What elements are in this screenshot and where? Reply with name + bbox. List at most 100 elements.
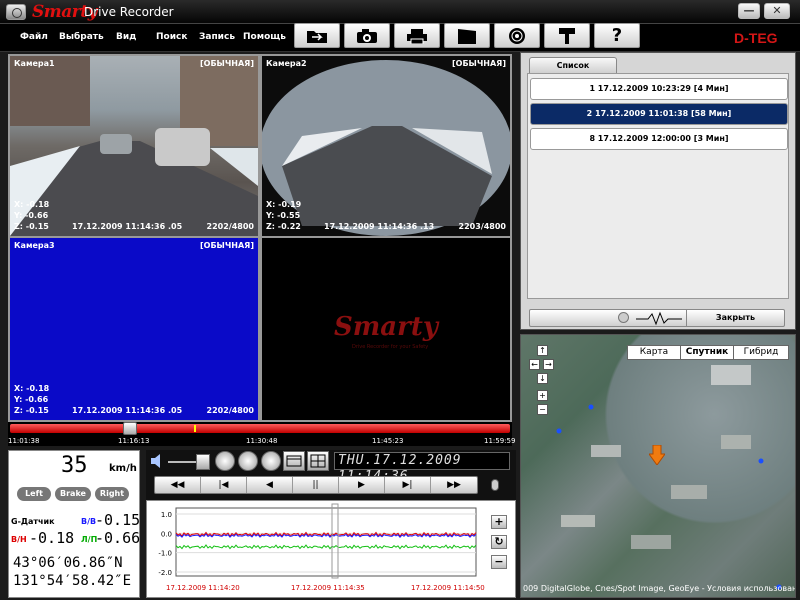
map-type-satellite[interactable]: Спутник xyxy=(680,345,734,360)
snapshot-button[interactable] xyxy=(344,23,390,48)
volume-slider-handle[interactable] xyxy=(196,454,210,470)
window-title: Drive Recorder xyxy=(84,5,174,19)
print-button[interactable] xyxy=(394,23,440,48)
smarty-watermark-logo: Smarty xyxy=(334,312,438,342)
minus-circle-icon[interactable] xyxy=(618,312,629,323)
camera-2-label: Камера2 xyxy=(266,59,307,68)
camera-1-frame: 2202/4800 xyxy=(206,222,254,231)
speed-value: 35 xyxy=(61,453,88,478)
list-item[interactable]: 8 17.12.2009 12:00:00 [3 Мин] xyxy=(530,128,788,150)
help-button[interactable]: ? xyxy=(594,23,640,48)
timeline-slider-handle[interactable] xyxy=(123,422,138,435)
x-tick-label: 17.12.2009 11:14:35 xyxy=(291,584,365,592)
menu-select[interactable]: Выбрать xyxy=(59,32,104,42)
gsensor-label: G-Датчик xyxy=(11,517,55,526)
timeline[interactable]: 11:01:38 11:16:13 11:30:48 11:45:23 11:5… xyxy=(8,422,516,446)
map-zoom-in-button[interactable]: + xyxy=(537,390,548,401)
menu-search[interactable]: Поиск xyxy=(156,32,187,42)
speaker-icon[interactable] xyxy=(150,453,166,469)
video-button[interactable] xyxy=(444,23,490,48)
brake-indicator: Brake xyxy=(55,487,91,501)
camera-3-view[interactable]: Камера3 [ОБЫЧНАЯ] X: -0.18 Y: -0.66 Z: -… xyxy=(10,238,258,420)
next-button[interactable]: ▶| xyxy=(385,477,431,493)
map-type-hybrid[interactable]: Гибрид xyxy=(733,345,789,360)
pan-right-button[interactable]: → xyxy=(543,359,554,370)
camera-3-label: Камера3 xyxy=(14,241,55,250)
app-icon xyxy=(6,4,26,20)
camera-2-z: Z: -0.22 xyxy=(266,222,301,231)
zoom-out-button[interactable]: − xyxy=(491,555,507,569)
disc-icon xyxy=(509,27,525,44)
camera-1-mode: [ОБЫЧНАЯ] xyxy=(199,59,254,68)
camera-2-mode: [ОБЫЧНАЯ] xyxy=(451,59,506,68)
list-item-selected[interactable]: 2 17.12.2009 11:01:38 [58 Мин] xyxy=(530,103,788,125)
camera-1-z: Z: -0.15 xyxy=(14,222,49,231)
fast-rewind-button[interactable]: ◀◀ xyxy=(155,477,201,493)
menu-record[interactable]: Запись xyxy=(199,32,235,42)
pan-down-button[interactable]: ↓ xyxy=(537,373,548,384)
menu-view[interactable]: Вид xyxy=(116,32,136,42)
camera-3-x: X: -0.18 xyxy=(14,384,50,393)
close-button[interactable]: ✕ xyxy=(764,3,790,19)
disc-button[interactable] xyxy=(494,23,540,48)
gsensor-vn-value: -0.18 xyxy=(29,529,75,547)
gsensor-graph[interactable]: 1.0 0.0 -1.0 -2.0 17.12.2009 11:14:20 17.12.2… xyxy=(146,500,486,598)
step-back-button[interactable]: ◀ xyxy=(247,477,293,493)
settings-button[interactable] xyxy=(544,23,590,48)
pan-left-button[interactable]: ← xyxy=(529,359,540,370)
prev-button[interactable]: |◀ xyxy=(201,477,247,493)
recording-list: 1 17.12.2009 10:23:29 [4 Мин] 2 17.12.20… xyxy=(527,73,789,299)
camera-3-mode: [ОБЫЧНАЯ] xyxy=(199,241,254,250)
telemetry-panel: 35 km/h Left Brake Right G-Датчик В/В -0… xyxy=(8,450,140,598)
pan-up-button[interactable]: ↑ xyxy=(537,345,548,356)
reset-zoom-icon[interactable]: ↻ xyxy=(491,535,507,549)
datetime-display: THU.17.12.2009 11:14:36 xyxy=(334,452,510,484)
camera-1-view[interactable]: Камера1 [ОБЫЧНАЯ] X: -0.18 Y: -0.66 Z: -… xyxy=(10,56,258,236)
play-button[interactable]: ▶ xyxy=(339,477,385,493)
vehicle-location-icon xyxy=(649,445,665,465)
map-type-map[interactable]: Карта xyxy=(627,345,681,360)
camera-2-view[interactable]: Камера2 [ОБЫЧНАЯ] X: -0.19 Y: -0.55 Z: -… xyxy=(262,56,510,236)
menu-help[interactable]: Помощь xyxy=(243,32,286,42)
folder-icon xyxy=(307,30,327,43)
timeline-bar[interactable] xyxy=(10,424,510,433)
dteg-logo: D-TEG xyxy=(734,30,778,46)
layout-grid-button[interactable] xyxy=(307,451,329,471)
zoom-in-button[interactable]: + xyxy=(491,515,507,529)
camera-4-view[interactable]: Smarty Drive Recorder for your Safety xyxy=(262,238,510,420)
map-zoom-out-button[interactable]: − xyxy=(537,404,548,415)
longitude: 131°54′58.42″E xyxy=(13,573,132,589)
view-mode-3-button[interactable] xyxy=(261,451,281,471)
list-bottom-bar: Закрыть xyxy=(529,309,785,327)
pause-button[interactable]: || xyxy=(293,477,339,493)
minimize-button[interactable]: — xyxy=(738,3,760,19)
fast-forward-button[interactable]: ▶▶ xyxy=(431,477,477,493)
list-item[interactable]: 1 17.12.2009 10:23:29 [4 Мин] xyxy=(530,78,788,100)
camera-1-timestamp: 17.12.2009 11:14:36 .05 xyxy=(72,222,183,231)
camera-3-timestamp: 17.12.2009 11:14:36 .05 xyxy=(72,406,183,415)
speed-unit: km/h xyxy=(109,463,137,474)
map-copyright: 009 DigitalGlobe, Cnes/Spot Image, GeoEy… xyxy=(523,584,796,593)
left-indicator: Left xyxy=(17,487,51,501)
menu-file[interactable]: Файл xyxy=(20,32,48,42)
camera-3-frame: 2202/4800 xyxy=(206,406,254,415)
view-mode-1-button[interactable] xyxy=(215,451,235,471)
gsensor-lp-value: -0.66 xyxy=(95,529,141,547)
y-tick-label: 1.0 xyxy=(161,511,172,519)
layout-single-button[interactable] xyxy=(283,451,305,471)
layout-single-icon xyxy=(286,455,302,467)
gsensor-bb-label: В/В xyxy=(81,517,97,526)
camera-2-x: X: -0.19 xyxy=(266,200,302,209)
smarty-tagline: Drive Recorder for your Safety xyxy=(352,344,429,350)
timeline-label-4: 11:59:59 xyxy=(484,437,516,445)
tab-list[interactable]: Список xyxy=(529,57,617,73)
camera-1-label: Камера1 xyxy=(14,59,55,68)
close-list-button[interactable]: Закрыть xyxy=(686,310,784,326)
x-tick-label: 17.12.2009 11:14:20 xyxy=(166,584,240,592)
waveform-icon xyxy=(636,311,682,326)
map-panel[interactable]: ↑ ← → ↓ + − Карта Спутник Гибрид 009 Dig… xyxy=(520,334,796,598)
view-mode-2-button[interactable] xyxy=(238,451,258,471)
timeline-label-0: 11:01:38 xyxy=(8,437,40,445)
open-folder-button[interactable] xyxy=(294,23,340,48)
record-indicator-icon xyxy=(491,479,499,491)
